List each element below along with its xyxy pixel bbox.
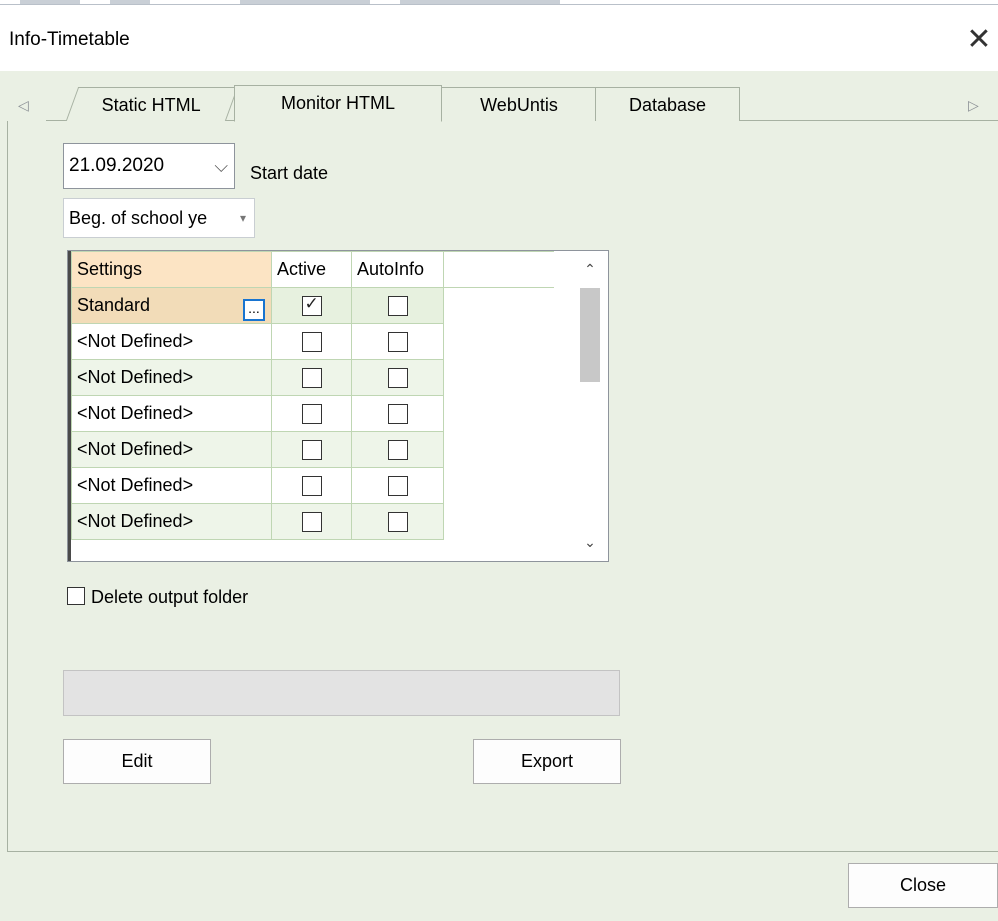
- active-checkbox[interactable]: [301, 332, 322, 353]
- table-row[interactable]: <Not Defined>: [71, 323, 554, 360]
- panel-border-bottom: [7, 851, 998, 852]
- setting-name[interactable]: <Not Defined>: [71, 467, 272, 504]
- setting-name[interactable]: <Not Defined>: [71, 431, 272, 468]
- start-date-label: Start date: [250, 163, 329, 183]
- column-header-active: Active: [271, 251, 352, 288]
- tab-label: Monitor HTML: [280, 93, 396, 113]
- setting-name[interactable]: <Not Defined>: [71, 323, 272, 360]
- autoinfo-checkbox[interactable]: [387, 404, 408, 425]
- tab-scroll-right-icon[interactable]: ▷: [968, 97, 979, 114]
- grid-scrollbar[interactable]: ⌃ ⌄: [573, 251, 607, 560]
- autoinfo-checkbox[interactable]: [387, 512, 408, 533]
- autoinfo-checkbox[interactable]: [387, 476, 408, 497]
- tab-scroll-left-icon[interactable]: ◁: [18, 97, 29, 114]
- settings-grid: Settings Active AutoInfo Standard <Not D…: [67, 250, 609, 562]
- date-value: 21.09.2020: [69, 155, 165, 176]
- window-title: Info-Timetable: [9, 29, 130, 50]
- tab-static-html[interactable]: Static HTML: [65, 87, 239, 121]
- active-checkbox[interactable]: [301, 512, 322, 533]
- scroll-down-icon[interactable]: ⌄: [573, 534, 607, 551]
- table-row[interactable]: Standard: [71, 287, 554, 324]
- table-row[interactable]: <Not Defined>: [71, 467, 554, 504]
- table-row[interactable]: <Not Defined>: [71, 359, 554, 396]
- setting-name[interactable]: Standard: [71, 287, 272, 324]
- period-select[interactable]: Beg. of school ye ▾: [63, 198, 255, 238]
- close-button[interactable]: Close: [848, 863, 998, 908]
- start-date-picker[interactable]: 21.09.2020 ⌵: [63, 143, 235, 189]
- scroll-up-icon[interactable]: ⌃: [573, 261, 607, 278]
- autoinfo-checkbox[interactable]: [387, 296, 408, 317]
- tab-monitor-html[interactable]: Monitor HTML: [234, 85, 442, 122]
- ellipsis-button[interactable]: ...: [243, 299, 265, 321]
- setting-name[interactable]: <Not Defined>: [71, 395, 272, 432]
- export-button[interactable]: Export: [473, 739, 621, 784]
- autoinfo-checkbox[interactable]: [387, 440, 408, 461]
- setting-name[interactable]: <Not Defined>: [71, 503, 272, 540]
- active-checkbox[interactable]: [301, 294, 322, 317]
- panel-border-left: [7, 121, 8, 851]
- tab-webuntis[interactable]: WebUntis: [440, 87, 598, 121]
- settings-table: Settings Active AutoInfo Standard <Not D…: [71, 251, 554, 540]
- autoinfo-checkbox[interactable]: [387, 332, 408, 353]
- period-value: Beg. of school ye: [69, 208, 208, 228]
- column-header-settings: Settings: [71, 251, 272, 288]
- dialog-window: Info-Timetable ✕ ◁ ▷ Static HTML Monitor…: [0, 4, 998, 921]
- delete-output-checkbox[interactable]: Delete output folder: [67, 587, 248, 608]
- checkbox-icon[interactable]: [67, 587, 85, 605]
- close-icon[interactable]: ✕: [962, 21, 996, 59]
- chevron-down-icon[interactable]: ⌵: [214, 144, 228, 188]
- progress-bar: [63, 670, 620, 716]
- dropdown-arrow-icon[interactable]: ▾: [240, 199, 246, 237]
- table-row[interactable]: <Not Defined>: [71, 431, 554, 468]
- edit-button[interactable]: Edit: [63, 739, 211, 784]
- scrollbar-thumb[interactable]: [580, 288, 600, 382]
- active-checkbox[interactable]: [301, 476, 322, 497]
- active-checkbox[interactable]: [301, 404, 322, 425]
- active-checkbox[interactable]: [301, 368, 322, 389]
- tab-label: Database: [628, 95, 707, 115]
- tab-label: WebUntis: [480, 95, 558, 115]
- tab-database[interactable]: Database: [595, 87, 740, 121]
- column-header-autoinfo: AutoInfo: [351, 251, 444, 288]
- table-row[interactable]: <Not Defined>: [71, 395, 554, 432]
- title-bar: Info-Timetable ✕: [0, 5, 998, 71]
- header-filler: [443, 251, 554, 288]
- setting-name[interactable]: <Not Defined>: [71, 359, 272, 396]
- table-row[interactable]: <Not Defined>: [71, 503, 554, 540]
- delete-output-label: Delete output folder: [91, 587, 249, 607]
- autoinfo-checkbox[interactable]: [387, 368, 408, 389]
- active-checkbox[interactable]: [301, 440, 322, 461]
- tab-label: Static HTML: [102, 95, 202, 115]
- table-header-row: Settings Active AutoInfo: [71, 251, 554, 288]
